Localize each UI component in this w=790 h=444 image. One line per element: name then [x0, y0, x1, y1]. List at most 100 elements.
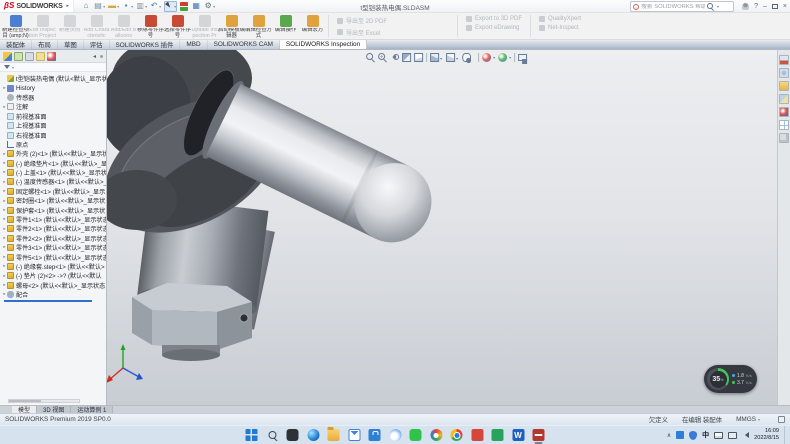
messenger-app-icon[interactable]	[409, 426, 423, 444]
panel-collapse-icon[interactable]: ◂	[93, 53, 96, 60]
ribbon-tab[interactable]: 草图	[58, 40, 84, 49]
select-balloons-button[interactable]: 选择零件序号	[164, 13, 191, 39]
file-explorer-icon[interactable]	[327, 426, 341, 444]
tree-row[interactable]: ▸ 零件5<1> (默认<<默认>_显示状态	[2, 252, 106, 261]
document-tab[interactable]: 3D 视图	[37, 406, 71, 413]
ribbon-menu-item[interactable]: Net-Inspect	[539, 25, 581, 31]
tree-row[interactable]: ▸ 零件1<1> (默认<<默认>_显示状态	[2, 215, 106, 224]
apply-scene-icon[interactable]	[498, 53, 507, 62]
open-icon[interactable]: ▬ ▾	[108, 2, 119, 11]
tray-chevron-icon[interactable]: ∧	[667, 432, 671, 439]
rebuild-icon[interactable]	[180, 2, 189, 11]
edit-macro-button[interactable]: 编辑宏方	[299, 13, 326, 39]
security-shield-icon[interactable]	[689, 431, 697, 440]
hide-show-items-icon[interactable]	[462, 53, 471, 62]
tree-row[interactable]: 原点	[2, 140, 106, 149]
tree-row[interactable]: ▸ 配合	[2, 290, 106, 299]
featuremanager-tree-tab[interactable]	[3, 52, 12, 61]
dropdown-arrow-icon[interactable]: ▾	[174, 4, 176, 9]
add-characteristic-button[interactable]: Add Characteristic	[83, 13, 110, 39]
tree-row[interactable]: ▸ (-) 垫片 (2)<2> ->? (默认<<默认	[2, 271, 106, 280]
select-cursor-icon[interactable]: ▾	[164, 1, 177, 12]
propertymanager-tab[interactable]	[14, 52, 23, 61]
launch-template-editor-button[interactable]: 启动模板编辑器	[218, 13, 245, 39]
ribbon-tab[interactable]: 布局	[32, 40, 58, 49]
tree-row[interactable]: ▸ (-) 温度传感器<1> (默认<<默认>_	[2, 177, 106, 186]
search-icon[interactable]	[707, 3, 715, 11]
close-button[interactable]: ×	[783, 3, 787, 10]
solidworks-taskbar-icon[interactable]	[532, 426, 546, 444]
tree-row[interactable]: ▸ 零件2<2> (默认<<默认>_显示状态	[2, 234, 106, 243]
store-icon[interactable]	[368, 426, 382, 444]
zoom-fit-icon[interactable]	[366, 53, 375, 62]
filter-dropdown-icon[interactable]: ▾	[12, 65, 14, 70]
dynamic-annotation-icon[interactable]	[414, 53, 423, 62]
tree-row[interactable]: ▸ (-) 绝缘套.step<1> (默认<<默认>	[2, 262, 106, 271]
ribbon-menu-item[interactable]: Export eDrawing	[466, 25, 522, 31]
dropdown-arrow-icon[interactable]: ▾	[145, 4, 147, 9]
ribbon-menu-item[interactable]: 导出至 Excel	[337, 28, 449, 37]
status-tag-icon[interactable]	[778, 416, 785, 423]
help-search-box[interactable]: i ▾	[630, 1, 734, 12]
restore-button[interactable]	[772, 4, 778, 9]
update-inspection-project-button[interactable]: Update Inspection Project	[191, 13, 218, 39]
start-button[interactable]	[245, 426, 259, 444]
document-tab[interactable]: 运动算例 1	[71, 406, 113, 413]
dimxpertmanager-tab[interactable]	[36, 52, 45, 61]
tray-app-icon[interactable]	[676, 431, 684, 439]
dropdown-arrow-icon[interactable]: ▾	[103, 4, 105, 9]
tree-row[interactable]: ▸ 注解	[2, 102, 106, 111]
browser-ring-icon[interactable]	[429, 426, 443, 444]
ribbon-menu-item[interactable]: QualityXpert	[539, 16, 581, 22]
add-edit-balloons-button[interactable]: Add/Edit Balloons	[110, 13, 137, 39]
dropdown-arrow-icon[interactable]: ▾	[117, 4, 119, 9]
volume-icon[interactable]	[742, 432, 749, 438]
ribbon-tab[interactable]: SOLIDWORKS Inspection	[280, 40, 367, 49]
print-icon[interactable]: ▥ ▾	[136, 2, 147, 11]
solidworks-logo[interactable]: βS SOLIDWORKS ▸	[0, 0, 74, 12]
view-settings-icon[interactable]	[518, 54, 527, 61]
reader-app-icon[interactable]	[470, 426, 484, 444]
search-input[interactable]	[641, 4, 705, 10]
status-item[interactable]: 在编辑 装配体	[682, 415, 724, 424]
search-dropdown-icon[interactable]: ▾	[717, 4, 719, 9]
file-explorer-pane-icon[interactable]	[779, 81, 789, 91]
ribbon-tab[interactable]: 评估	[84, 40, 110, 49]
panel-splitter-handle[interactable]	[100, 55, 103, 58]
keyboard-icon[interactable]	[714, 432, 723, 439]
home-icon[interactable]: ⌂	[82, 2, 91, 11]
ribbon-tab[interactable]: MBD	[180, 40, 207, 49]
view-palette-icon[interactable]	[779, 94, 789, 104]
chrome-icon[interactable]	[450, 426, 464, 444]
tree-row[interactable]: 传感器	[2, 93, 106, 102]
edit-operation-button[interactable]: 编辑操作	[272, 13, 299, 39]
dropdown-arrow-icon[interactable]: ▾	[213, 4, 215, 9]
appearances-scenes-icon[interactable]	[779, 107, 789, 117]
help-button[interactable]: ?	[754, 3, 758, 10]
displaymanager-tab[interactable]	[47, 52, 56, 61]
login-user-icon[interactable]	[742, 3, 749, 10]
show-desktop-button[interactable]	[784, 426, 787, 444]
minimize-button[interactable]: –	[763, 3, 767, 10]
tree-filter-bar[interactable]: ▾	[0, 63, 106, 72]
mail-icon[interactable]	[347, 426, 361, 444]
solidworks-forum-icon[interactable]	[779, 133, 789, 143]
configurationmanager-tab[interactable]	[25, 52, 34, 61]
remove-balloons-button[interactable]: 移除零件序号	[137, 13, 164, 39]
model-3d[interactable]	[107, 50, 777, 405]
ribbon-tab[interactable]: SOLIDWORKS 插件	[110, 40, 181, 49]
edit-inspection-project-button[interactable]: Edit Inspection Project	[29, 13, 56, 39]
options-gear-icon[interactable]: ⚙ ▾	[204, 2, 215, 11]
save-icon[interactable]: ▪ ▾	[122, 2, 133, 11]
word-icon[interactable]: W	[511, 426, 525, 444]
task-view-button[interactable]	[286, 426, 300, 444]
status-item[interactable]: MMGS ▾	[736, 416, 760, 423]
tree-row[interactable]: ▸ 螺母<2> (默认<<默认>_显示状态	[2, 281, 106, 290]
search-button[interactable]	[265, 426, 279, 444]
previous-view-icon[interactable]	[390, 53, 399, 62]
dropdown-arrow-icon[interactable]: ▾	[159, 4, 161, 9]
tree-row[interactable]: 上视基准面	[2, 121, 106, 130]
ime-indicator[interactable]: 中	[702, 430, 709, 440]
display-style-icon[interactable]	[446, 53, 455, 62]
document-tab[interactable]: 模型	[12, 406, 37, 413]
